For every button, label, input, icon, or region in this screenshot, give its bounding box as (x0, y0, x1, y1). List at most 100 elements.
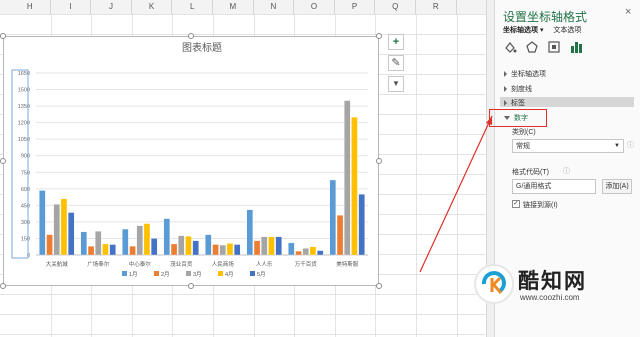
section-label: 坐标轴选项 (511, 71, 546, 78)
section-label: 标签 (511, 100, 525, 107)
y-tick-label: 600 (21, 187, 30, 193)
category-label: 类别(C) (512, 129, 536, 136)
resize-handle-bottom-right[interactable] (376, 283, 382, 289)
close-icon[interactable]: × (625, 6, 631, 18)
info-icon: ⓘ (627, 142, 634, 149)
tab-axis-options[interactable]: 坐标轴选项 ▾ (503, 27, 543, 34)
x-tick-label: 广场奉尔 (87, 260, 110, 268)
resize-handle-top-center[interactable] (188, 33, 194, 39)
tab-text-options[interactable]: 文本选项 (553, 27, 581, 34)
resize-handle-middle-left[interactable] (0, 158, 6, 164)
add-button[interactable]: 添加(A) (602, 179, 632, 194)
bar-5月-人人乐 (275, 236, 282, 256)
column-gridline (416, 14, 417, 337)
column-header-M[interactable]: M (213, 0, 254, 14)
column-header-R[interactable]: R (416, 0, 457, 14)
column-header-row: HIJKLMNOPQR (0, 0, 486, 15)
column-header-I[interactable]: I (51, 0, 92, 14)
legend-swatch-5月 (250, 271, 255, 276)
bar-1月-人人乐 (246, 209, 254, 256)
expand-arrow-icon (504, 86, 507, 93)
section-axis-options[interactable]: 坐标轴选项 (504, 69, 546, 79)
bar-chart[interactable]: 图表标题015030045060075090010501200135015001… (4, 37, 378, 285)
bar-2月-大关航城 (46, 234, 53, 256)
size-properties-icon[interactable] (547, 40, 561, 54)
column-header-K[interactable]: K (132, 0, 173, 14)
section-tick-marks[interactable]: 刻度线 (504, 84, 532, 94)
watermark: 酷知网 www.coozhi.com (470, 258, 620, 310)
chart-styles-button[interactable]: ✎ (388, 55, 404, 71)
bar-4月-广场奉尔 (102, 243, 109, 256)
bar-3月-中心泰尔 (136, 225, 143, 256)
bar-4月-万千百货 (309, 246, 317, 256)
chart-elements-button[interactable]: + (388, 34, 404, 50)
link-to-source-checkbox[interactable]: ✓ (512, 200, 520, 208)
bar-5月-万千百货 (316, 250, 324, 256)
y-tick-label: 750 (21, 170, 30, 176)
section-label: 刻度线 (511, 86, 532, 93)
y-tick-label: 450 (21, 203, 30, 209)
column-header-J[interactable]: J (91, 0, 132, 14)
bar-5月-大关航城 (68, 212, 75, 256)
bar-5月-人民商场 (233, 244, 241, 256)
bar-3月-万千百货 (302, 248, 309, 256)
expand-arrow-icon (504, 71, 507, 78)
y-tick-label: 300 (21, 220, 30, 226)
legend-swatch-2月 (154, 271, 159, 276)
chart-filter-button[interactable]: ▼ (388, 76, 404, 92)
column-header-N[interactable]: N (254, 0, 295, 14)
annotation-highlight-box (489, 109, 547, 127)
column-header-P[interactable]: P (335, 0, 376, 14)
bar-4月-人人乐 (268, 236, 275, 256)
bar-4月-人民商场 (226, 243, 234, 256)
pane-title: 设置坐标轴格式 (503, 10, 588, 24)
bar-4月-美特斯服 (351, 116, 358, 256)
resize-handle-middle-right[interactable] (376, 158, 382, 164)
bar-5月-中心泰尔 (150, 238, 158, 256)
spreadsheet-area[interactable]: HIJKLMNOPQR 图表标题 0 150 300 450 600 750 900 1050 1… (0, 0, 486, 337)
bar-3月-广场奉尔 (95, 231, 102, 256)
resize-handle-top-left[interactable] (0, 33, 6, 39)
bar-1月-人民商场 (205, 234, 212, 256)
bar-5月-茂业百货 (192, 240, 199, 256)
resize-handle-bottom-left[interactable] (0, 283, 6, 289)
bar-5月-广场奉尔 (109, 244, 116, 256)
bar-5月-美特斯服 (358, 194, 365, 256)
x-tick-label: 大关航城 (46, 260, 69, 268)
legend-label: 5月 (257, 271, 266, 278)
bar-1月-美特斯服 (329, 179, 337, 256)
format-code-label: 格式代码(T) (512, 169, 549, 176)
legend-label: 3月 (193, 271, 202, 278)
bar-2月-人民商场 (212, 244, 219, 256)
x-tick-label: 美特斯服 (336, 260, 359, 268)
y-tick-label: 150 (21, 236, 30, 242)
bar-1月-茂业百货 (163, 218, 171, 256)
column-header-L[interactable]: L (172, 0, 213, 14)
legend-swatch-1月 (122, 271, 127, 276)
bar-3月-人民商场 (219, 244, 226, 256)
watermark-url: www.coozhi.com (520, 293, 580, 302)
resize-handle-top-right[interactable] (376, 33, 382, 39)
bar-4月-中心泰尔 (143, 223, 151, 256)
chart-title[interactable]: 图表标题 (182, 41, 222, 54)
section-labels[interactable]: 标签 (504, 98, 525, 108)
category-select[interactable]: 常规 ▼ (512, 139, 624, 153)
legend-label: 4月 (225, 271, 234, 278)
chart-area[interactable]: 图表标题 0 150 300 450 600 750 900 1050 1200 1350 1500 1… (3, 36, 379, 286)
bar-2月-中心泰尔 (129, 246, 136, 256)
fill-line-icon[interactable] (503, 40, 517, 54)
bar-1月-中心泰尔 (122, 228, 129, 256)
axis-options-icon[interactable] (569, 40, 583, 54)
bar-2月-人人乐 (253, 240, 261, 256)
bar-1月-广场奉尔 (80, 231, 87, 256)
column-header-O[interactable]: O (294, 0, 335, 14)
y-tick-label: 900 (21, 154, 30, 160)
column-header-H[interactable]: H (10, 0, 51, 14)
effects-icon[interactable] (525, 40, 539, 54)
resize-handle-bottom-center[interactable] (188, 283, 194, 289)
column-header-Q[interactable]: Q (375, 0, 416, 14)
bar-1月-大关航城 (39, 190, 46, 256)
bar-1月-万千百货 (288, 242, 295, 256)
link-to-source-label: 链接到源(I) (523, 202, 558, 209)
format-code-input[interactable]: G/通用格式 (512, 179, 596, 194)
